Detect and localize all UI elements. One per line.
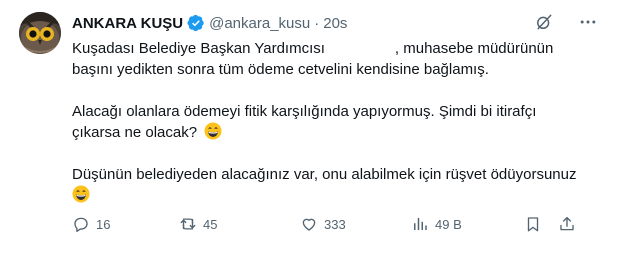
tweet-timestamp[interactable]: 20s [323, 15, 347, 32]
views-button[interactable]: 49 B [411, 215, 462, 233]
tweet-actions-bar: 16 45 333 49 B [72, 214, 574, 234]
redacted-area [324, 41, 395, 55]
tweet-content: ANKARA KUŞU @ankara_kusu · 20s Kuşadası … [72, 12, 598, 206]
bookmark-button[interactable] [524, 215, 542, 233]
heart-icon [302, 218, 316, 231]
header-actions [534, 12, 598, 32]
author-handle[interactable]: @ankara_kusu [209, 15, 310, 32]
retweet-button[interactable]: 45 [179, 215, 217, 233]
like-button[interactable]: 333 [300, 215, 346, 233]
like-count: 333 [324, 216, 346, 232]
text-line: Kuşadası Belediye Başkan Yardımcısı [72, 40, 325, 57]
tweet-card[interactable]: ANKARA KUŞU @ankara_kusu · 20s Kuşadası … [0, 0, 618, 257]
text-line: çıkarsa ne olacak? [72, 124, 198, 141]
retweet-icon [180, 218, 196, 230]
tweet-paragraph: Kuşadası Belediye Başkan Yardımcısı , muh… [72, 38, 598, 80]
grinning-face-emoji [72, 185, 90, 203]
text-line: , muhasebe müdürünün [394, 40, 554, 57]
reply-icon [74, 217, 88, 232]
views-icon [414, 218, 427, 230]
share-button[interactable] [558, 215, 576, 233]
reply-count: 16 [96, 216, 111, 232]
grinning-face-emoji [204, 122, 222, 140]
author-name[interactable]: ANKARA KUŞU [72, 15, 183, 32]
share-icon [560, 216, 574, 231]
tweet-paragraph: Alacağı olanlara ödemeyi fitik karşılığı… [72, 101, 598, 143]
verified-badge-icon [187, 14, 205, 32]
text-line: Düşünün belediyeden alacağınız var, onu … [72, 166, 577, 183]
tweet-paragraph: Düşünün belediyeden alacağınız var, onu … [72, 164, 598, 206]
separator-dot: · [314, 14, 320, 32]
retweet-count: 45 [203, 216, 218, 232]
text-line: Alacağı olanlara ödemeyi fitik karşılığı… [72, 103, 537, 120]
tweet-header: ANKARA KUŞU @ankara_kusu · 20s [72, 12, 598, 34]
avatar[interactable] [19, 12, 61, 54]
tweet-text: Kuşadası Belediye Başkan Yardımcısı , muh… [72, 38, 598, 206]
text-line: başını yedikten sonra tüm ödeme cetvelin… [72, 61, 489, 78]
grok-icon[interactable] [534, 12, 554, 32]
bookmark-icon [527, 217, 539, 232]
owl-avatar-image [19, 12, 61, 54]
more-icon[interactable] [578, 12, 598, 32]
reply-button[interactable]: 16 [72, 215, 110, 233]
views-count: 49 B [435, 216, 462, 232]
